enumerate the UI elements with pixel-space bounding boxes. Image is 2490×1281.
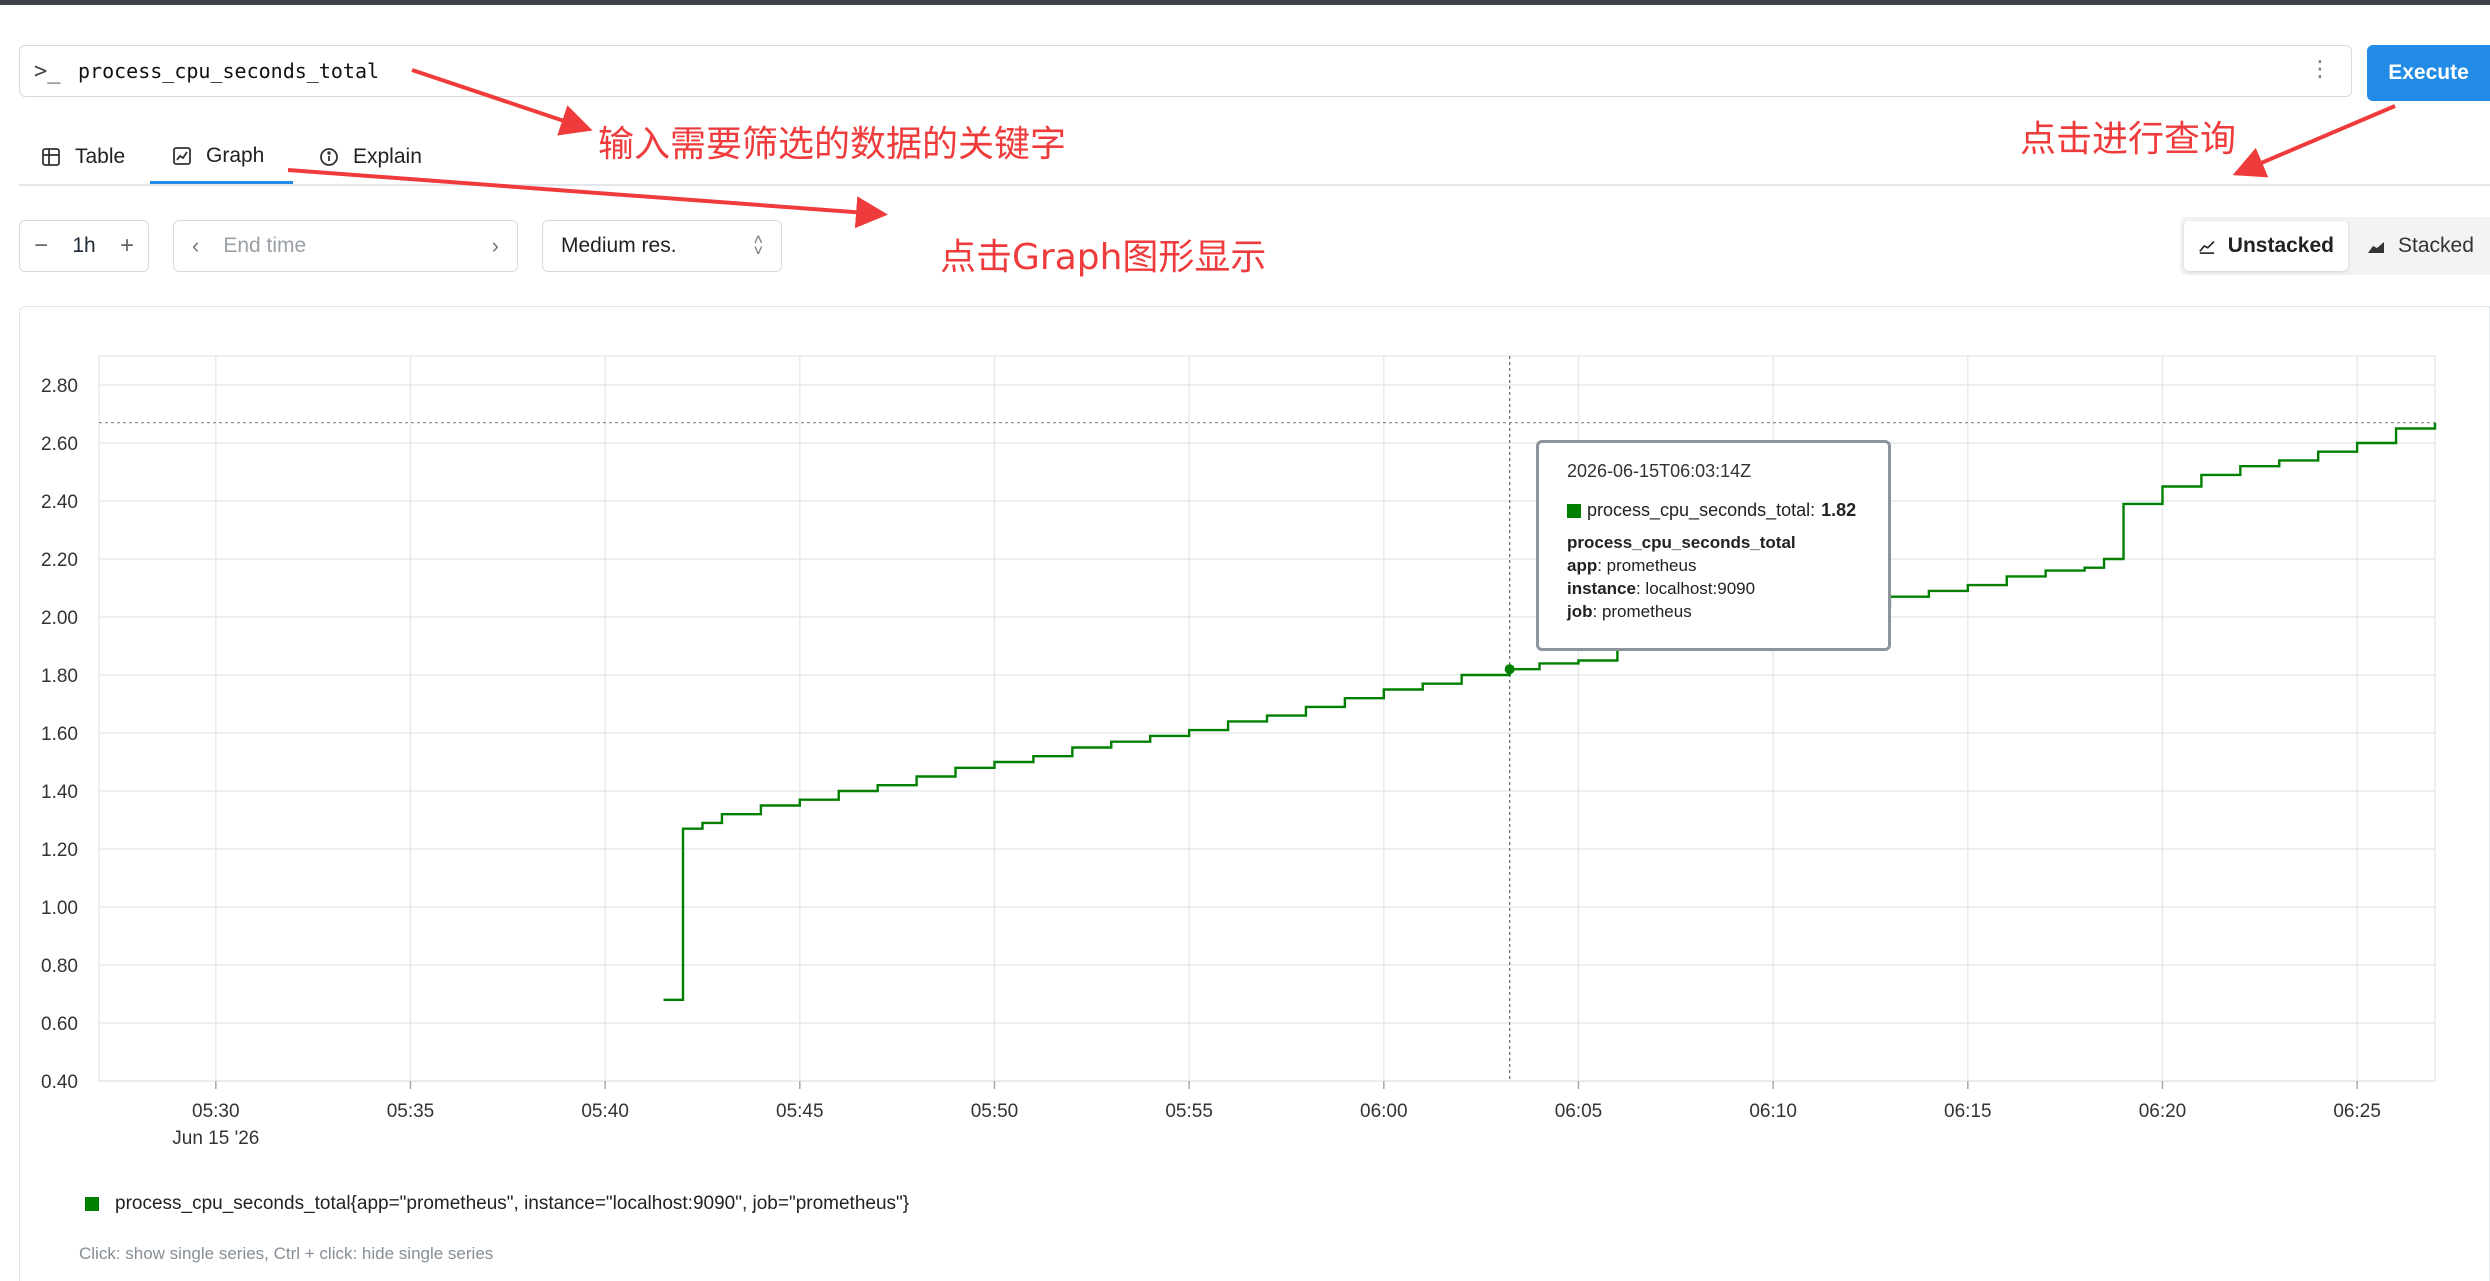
tooltip-label-job: job: prometheus <box>1567 602 1692 621</box>
query-annotation: 输入需要筛选的数据的关键字 <box>598 124 1067 165</box>
y-tick-label: 2.40 <box>41 492 78 513</box>
tooltip-series-name: process_cpu_seconds_total: <box>1587 500 1816 520</box>
tooltip-label-instance: instance: localhost:9090 <box>1567 579 1756 598</box>
time-series-chart[interactable]: 0.40 0.60 0.80 1.00 1.20 1.40 1.60 1.80 2.00 2.20… <box>0 0 2490 1281</box>
y-tick-label: 1.80 <box>41 666 78 687</box>
x-tick-label: 05:45 <box>776 1101 824 1122</box>
hover-tooltip: 2026-06-15T06:03:14Z process_cpu_seconds… <box>1536 440 1891 651</box>
x-tick-label: 06:10 <box>1749 1101 1797 1122</box>
x-tick-label: 06:25 <box>2333 1101 2381 1122</box>
series-swatch <box>1567 503 1581 518</box>
x-tick-label: 06:05 <box>1555 1101 1603 1122</box>
y-tick-label: 2.60 <box>41 434 78 455</box>
x-tick-label: 05:50 <box>971 1101 1019 1122</box>
y-tick-label: 0.80 <box>41 956 78 977</box>
y-tick-label: 2.80 <box>41 376 78 397</box>
x-tick-label: 05:30 <box>192 1101 240 1122</box>
tooltip-label-app: app: prometheus <box>1567 556 1697 575</box>
y-tick-label: 2.20 <box>41 550 78 571</box>
y-tick-label: 0.60 <box>41 1014 78 1035</box>
execute-annotation: 点击进行查询 <box>2020 119 2237 160</box>
y-tick-label: 1.00 <box>41 898 78 919</box>
tooltip-series: process_cpu_seconds_total: 1.82 <box>1567 500 1860 521</box>
y-tick-label: 0.40 <box>41 1072 78 1093</box>
legend-label: process_cpu_seconds_total{app="prometheu… <box>115 1193 910 1214</box>
y-tick-label: 1.20 <box>41 840 78 861</box>
x-tick-label: 05:55 <box>1165 1101 1213 1122</box>
y-tick-label: 2.00 <box>41 608 78 629</box>
x-tick-label: 06:15 <box>1944 1101 1992 1122</box>
legend-item[interactable]: process_cpu_seconds_total{app="prometheu… <box>85 1193 909 1215</box>
x-tick-label: 06:00 <box>1360 1101 1408 1122</box>
graph-annotation: 点击Graph图形显示 <box>940 237 1267 278</box>
tooltip-metric: process_cpu_seconds_total <box>1567 533 1796 552</box>
x-tick-label: 05:35 <box>387 1101 435 1122</box>
y-tick-label: 1.60 <box>41 724 78 745</box>
hover-point <box>1504 664 1515 675</box>
tooltip-series-value: 1.82 <box>1821 500 1857 520</box>
legend-hint: Click: show single series, Ctrl + click:… <box>79 1244 494 1263</box>
tooltip-time: 2026-06-15T06:03:14Z <box>1567 461 1752 481</box>
x-date-label: Jun 15 '26 <box>172 1128 259 1149</box>
x-tick-label: 06:20 <box>2139 1101 2187 1122</box>
y-tick-label: 1.40 <box>41 782 78 803</box>
x-tick-label: 05:40 <box>581 1101 629 1122</box>
legend-swatch <box>85 1197 99 1211</box>
